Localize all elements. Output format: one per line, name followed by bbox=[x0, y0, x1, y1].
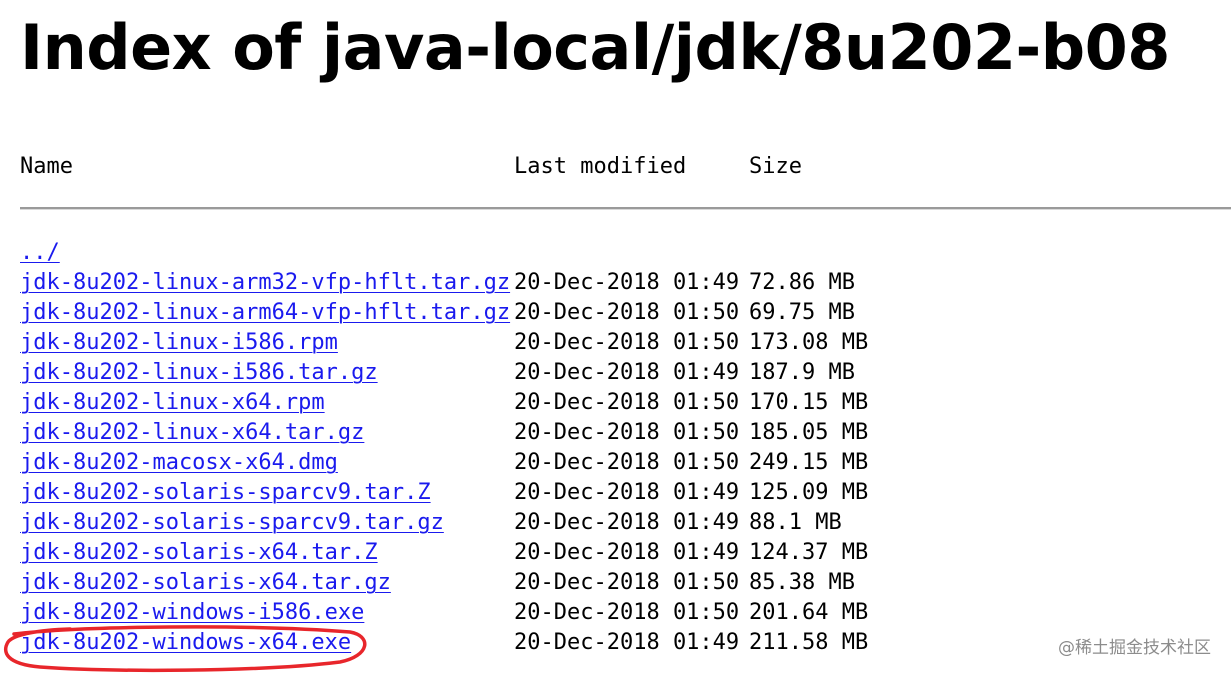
file-link[interactable]: jdk-8u202-solaris-x64.tar.gz bbox=[20, 568, 391, 598]
file-size: 249.15 MB bbox=[749, 450, 869, 475]
file-size: 88.1 MB bbox=[749, 510, 842, 535]
file-size: 211.58 MB bbox=[749, 630, 869, 655]
file-modified: 20-Dec-2018 01:50 bbox=[514, 600, 740, 625]
file-modified: 20-Dec-2018 01:50 bbox=[514, 570, 740, 595]
file-size: 85.38 MB bbox=[749, 570, 855, 595]
file-size: 125.09 MB bbox=[749, 480, 869, 505]
file-size: 72.86 MB bbox=[749, 270, 855, 295]
file-modified: 20-Dec-2018 01:49 bbox=[514, 540, 740, 565]
file-link[interactable]: jdk-8u202-solaris-sparcv9.tar.gz bbox=[20, 508, 444, 538]
file-modified: 20-Dec-2018 01:49 bbox=[514, 510, 740, 535]
parent-directory-link[interactable]: ../ bbox=[20, 238, 60, 268]
column-header-size: Size bbox=[749, 154, 802, 179]
file-size: 187.9 MB bbox=[749, 360, 855, 385]
file-size: 69.75 MB bbox=[749, 300, 855, 325]
file-size: 173.08 MB bbox=[749, 330, 869, 355]
file-link[interactable]: jdk-8u202-macosx-x64.dmg bbox=[20, 448, 338, 478]
file-link-highlighted[interactable]: jdk-8u202-windows-x64.exe bbox=[20, 628, 351, 658]
file-modified: 20-Dec-2018 01:50 bbox=[514, 300, 740, 325]
file-link[interactable]: jdk-8u202-linux-i586.tar.gz bbox=[20, 358, 378, 388]
file-modified: 20-Dec-2018 01:50 bbox=[514, 330, 740, 355]
column-header-name: Name bbox=[20, 154, 73, 179]
file-modified: 20-Dec-2018 01:50 bbox=[514, 450, 740, 475]
watermark: @稀土掘金技术社区 bbox=[1058, 638, 1211, 658]
file-size: 124.37 MB bbox=[749, 540, 869, 565]
file-modified: 20-Dec-2018 01:49 bbox=[514, 360, 740, 385]
column-header-last-modified: Last modified bbox=[514, 154, 687, 179]
file-modified: 20-Dec-2018 01:49 bbox=[514, 480, 740, 505]
file-link[interactable]: jdk-8u202-windows-i586.exe bbox=[20, 598, 364, 628]
file-modified: 20-Dec-2018 01:49 bbox=[514, 630, 740, 655]
file-link[interactable]: jdk-8u202-linux-x64.tar.gz bbox=[20, 418, 364, 448]
file-link[interactable]: jdk-8u202-linux-i586.rpm bbox=[20, 328, 338, 358]
file-modified: 20-Dec-2018 01:50 bbox=[514, 390, 740, 415]
file-size: 185.05 MB bbox=[749, 420, 869, 445]
file-size: 170.15 MB bbox=[749, 390, 869, 415]
file-link[interactable]: jdk-8u202-solaris-sparcv9.tar.Z bbox=[20, 478, 431, 508]
file-size: 201.64 MB bbox=[749, 600, 869, 625]
file-modified: 20-Dec-2018 01:49 bbox=[514, 270, 740, 295]
file-link[interactable]: jdk-8u202-solaris-x64.tar.Z bbox=[20, 538, 378, 568]
file-link[interactable]: jdk-8u202-linux-arm64-vfp-hflt.tar.gz bbox=[20, 298, 510, 328]
file-link[interactable]: jdk-8u202-linux-x64.rpm bbox=[20, 388, 325, 418]
file-link[interactable]: jdk-8u202-linux-arm32-vfp-hflt.tar.gz bbox=[20, 268, 510, 298]
file-modified: 20-Dec-2018 01:50 bbox=[514, 420, 740, 445]
page-title: Index of java-local/jdk/8u202-b08 bbox=[20, 11, 1170, 84]
header-divider bbox=[20, 207, 1231, 210]
